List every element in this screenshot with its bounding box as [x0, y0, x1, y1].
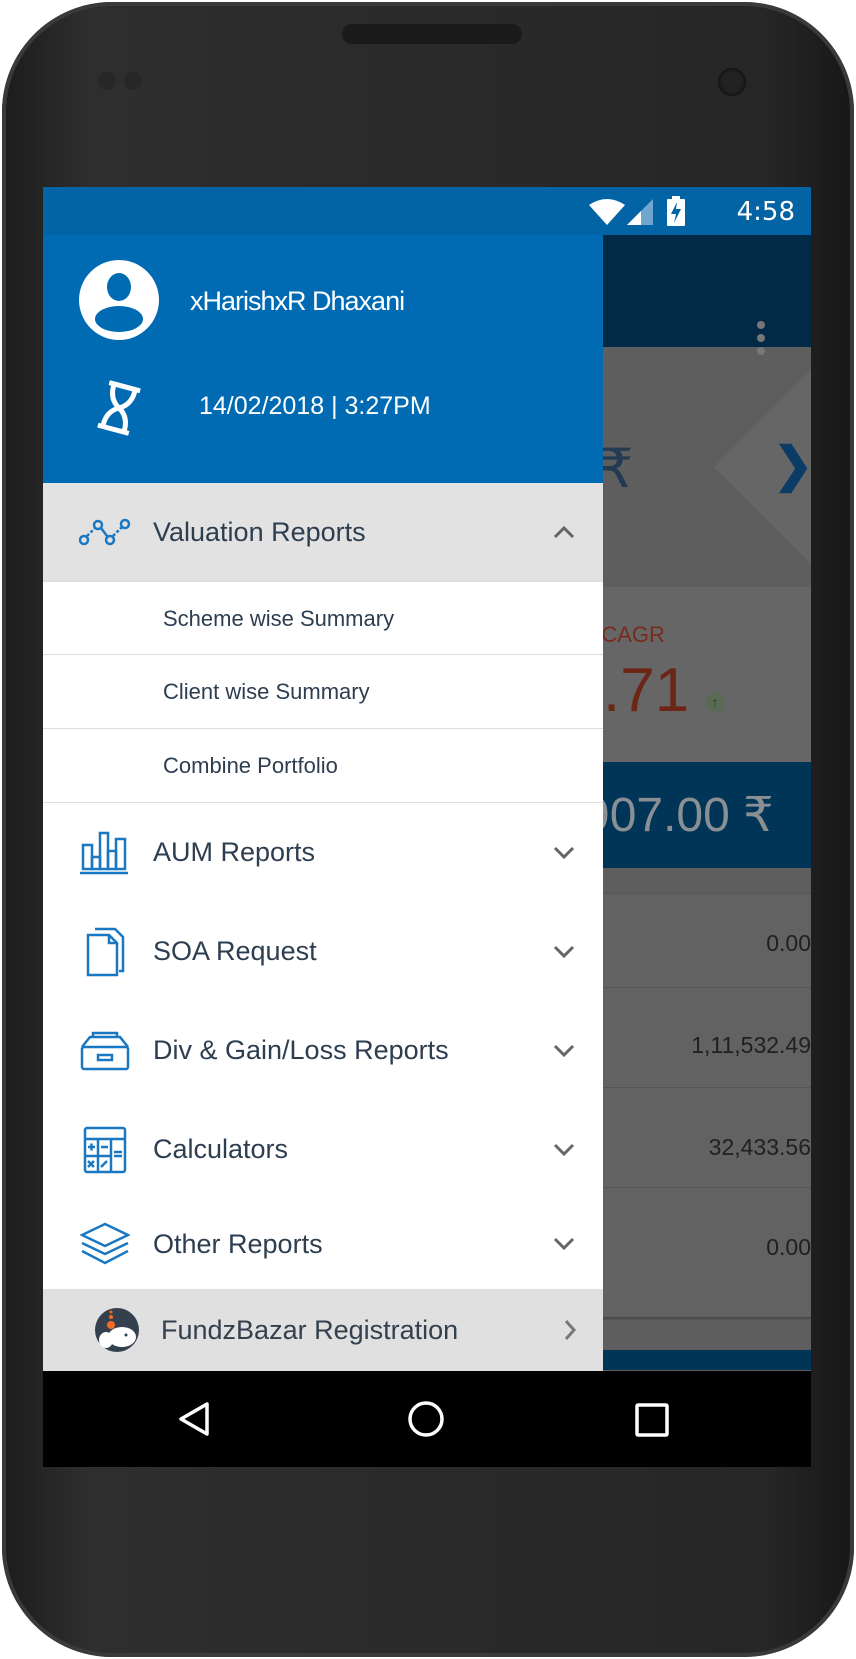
- chevron-up-icon[interactable]: [553, 525, 575, 539]
- submenu-client-wise-summary[interactable]: Client wise Summary: [43, 655, 603, 729]
- chevron-down-icon[interactable]: [553, 1143, 575, 1157]
- sensor: [124, 72, 142, 90]
- wifi-icon: [589, 199, 625, 225]
- menu-label: Div & Gain/Loss Reports: [153, 1035, 449, 1065]
- menu-label: FundzBazar Registration: [161, 1314, 459, 1345]
- submenu-label: Combine Portfolio: [163, 753, 338, 778]
- submenu-label: Scheme wise Summary: [163, 606, 395, 631]
- menu-label: SOA Request: [153, 936, 317, 966]
- recent-apps-icon[interactable]: [635, 1403, 669, 1437]
- menu-label: Calculators: [153, 1134, 289, 1164]
- signal-icon: [627, 199, 653, 225]
- navigation-drawer: xHarishxR Dhaxani 14/02/2018 | 3:27PM Va…: [43, 235, 603, 1371]
- submenu-label: Client wise Summary: [163, 679, 370, 704]
- drawer-header: xHarishxR Dhaxani 14/02/2018 | 3:27PM: [43, 235, 603, 483]
- submenu-combine-portfolio[interactable]: Combine Portfolio: [43, 729, 603, 803]
- menu-fundzbazar-registration[interactable]: FundzBazar Registration: [43, 1289, 603, 1371]
- screen: ❯ ₹ g CAGR .71 ↑ 907.00 ₹ 0.00 1,11,532.…: [43, 187, 811, 1467]
- chevron-right-icon[interactable]: [563, 1319, 577, 1341]
- menu-calculators[interactable]: Calculators: [43, 1100, 603, 1199]
- chevron-down-icon[interactable]: [553, 945, 575, 959]
- back-icon[interactable]: [177, 1401, 211, 1437]
- calculator-icon: [79, 1124, 131, 1176]
- battery-charging-icon: [667, 196, 685, 226]
- bar-chart-icon: [79, 827, 131, 879]
- rupee-symbol: ₹: [599, 439, 634, 499]
- sensor: [98, 72, 116, 90]
- speaker-grille: [342, 24, 522, 44]
- home-icon[interactable]: [407, 1400, 445, 1438]
- menu-label: Other Reports: [153, 1228, 323, 1259]
- chevron-down-icon[interactable]: [553, 846, 575, 860]
- chevron-right-icon[interactable]: ❯: [773, 437, 811, 493]
- more-options-icon[interactable]: [757, 321, 765, 360]
- system-navigation-bar: [43, 1371, 811, 1467]
- menu-soa-request[interactable]: SOA Request: [43, 902, 603, 1001]
- archive-tray-icon: [79, 1025, 131, 1077]
- menu-other-reports[interactable]: Other Reports: [43, 1199, 603, 1289]
- avatar[interactable]: [79, 260, 159, 340]
- front-camera: [718, 68, 746, 96]
- chevron-down-icon[interactable]: [553, 1237, 575, 1251]
- cagr-value: .71: [603, 656, 690, 725]
- layers-icon: [79, 1218, 131, 1270]
- arrow-up-icon: ↑: [705, 692, 725, 712]
- line-chart-icon: [79, 506, 131, 558]
- clock: 4:58: [736, 197, 795, 227]
- user-name: xHarishxR Dhaxani: [190, 286, 405, 316]
- menu-valuation-reports[interactable]: Valuation Reports: [43, 483, 603, 581]
- hourglass-icon: [97, 380, 141, 436]
- total-value: 907.00 ₹: [583, 789, 774, 842]
- menu-label: AUM Reports: [153, 837, 316, 867]
- fundzbazar-logo: [91, 1304, 143, 1356]
- menu-div-gain-loss-reports[interactable]: Div & Gain/Loss Reports: [43, 1001, 603, 1100]
- documents-icon: [79, 926, 131, 978]
- chevron-down-icon[interactable]: [553, 1044, 575, 1058]
- last-login-datetime: 14/02/2018 | 3:27PM: [199, 392, 431, 420]
- menu-label: Valuation Reports: [153, 516, 366, 547]
- submenu-scheme-wise-summary[interactable]: Scheme wise Summary: [43, 581, 603, 655]
- status-bar: 4:58: [43, 187, 811, 235]
- menu-aum-reports[interactable]: AUM Reports: [43, 803, 603, 902]
